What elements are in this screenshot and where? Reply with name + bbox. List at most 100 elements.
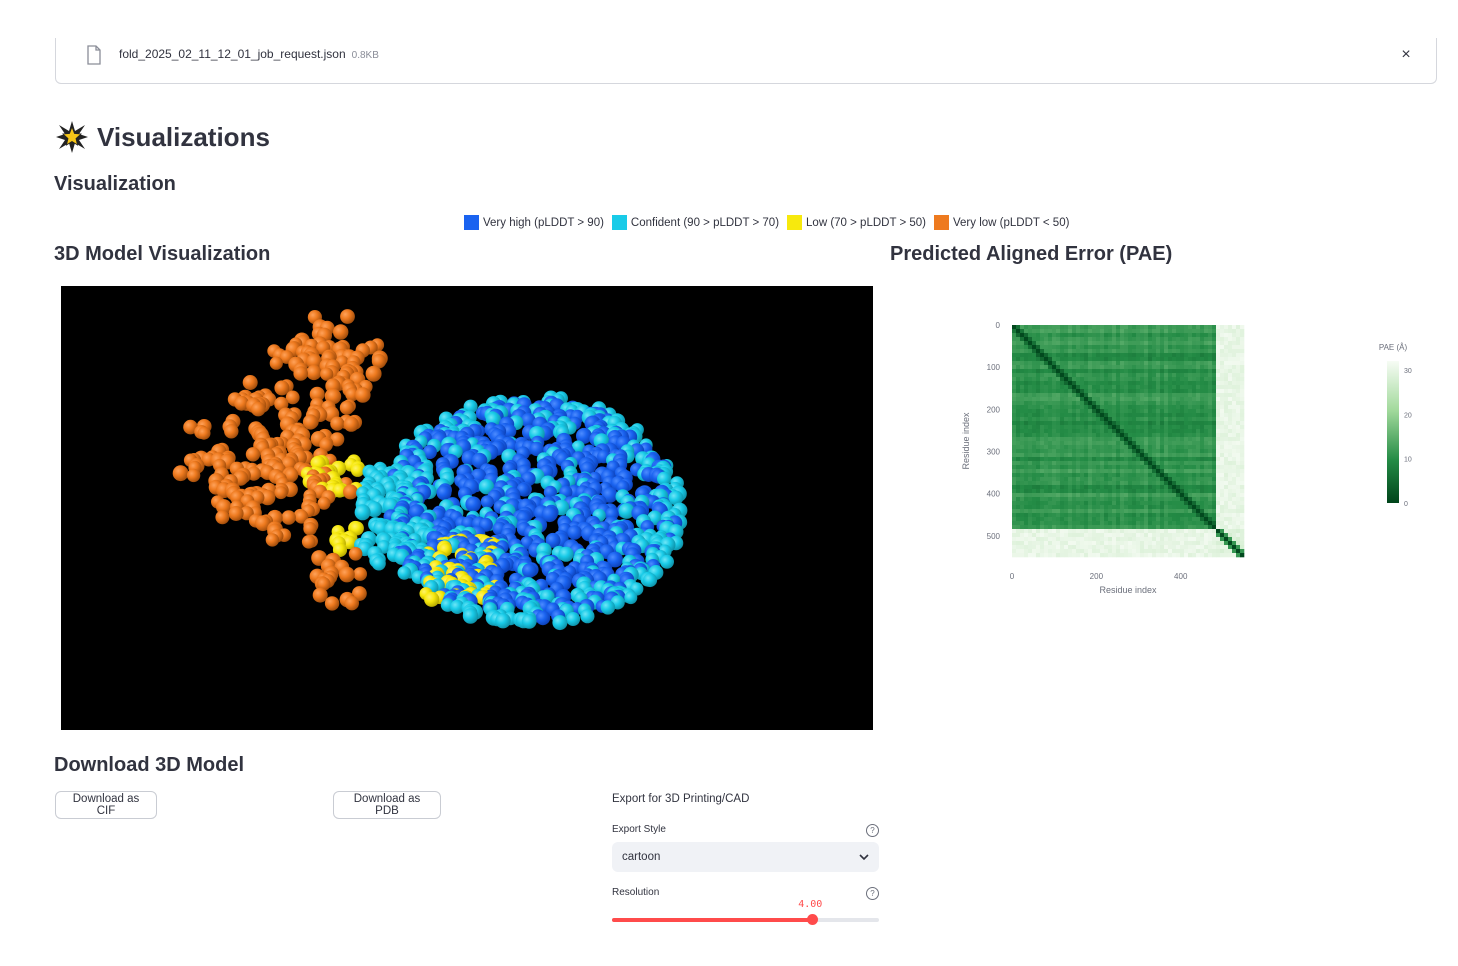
pae-cell — [1056, 445, 1061, 450]
pae-cell — [1032, 389, 1037, 394]
pae-cell — [1012, 449, 1017, 454]
pae-cell — [1160, 397, 1165, 402]
pae-cell — [1148, 457, 1153, 462]
pae-cell — [1104, 533, 1109, 538]
pae-cell — [1160, 365, 1165, 370]
molecule-render[interactable] — [61, 286, 873, 730]
pae-cell — [1028, 329, 1033, 334]
pae-cell — [1200, 385, 1205, 390]
pae-heatmap-cells[interactable] — [1012, 325, 1245, 558]
pae-cell — [1136, 413, 1141, 418]
pae-cell — [1024, 521, 1029, 526]
pae-cell — [1044, 417, 1049, 422]
pae-cell — [1128, 345, 1133, 350]
pae-cell — [1196, 353, 1201, 358]
pae-cell — [1192, 517, 1197, 522]
pae-cell — [1132, 485, 1137, 490]
pae-cell — [1128, 385, 1133, 390]
pae-cell — [1048, 353, 1053, 358]
pae-cell — [1104, 353, 1109, 358]
pae-cell — [1236, 457, 1241, 462]
pae-cell — [1124, 425, 1129, 430]
pae-cell — [1224, 365, 1229, 370]
pae-cell — [1084, 489, 1089, 494]
pae-cell — [1232, 361, 1237, 366]
help-icon[interactable]: ? — [866, 824, 879, 837]
pae-cell — [1028, 525, 1033, 530]
pae-cell — [1092, 469, 1097, 474]
pae-cell — [1012, 549, 1017, 554]
pae-cell — [1180, 461, 1185, 466]
pae-cell — [1196, 377, 1201, 382]
pae-cell — [1060, 485, 1065, 490]
pae-cell — [1024, 509, 1029, 514]
pae-cell — [1160, 537, 1165, 542]
pae-cell — [1120, 349, 1125, 354]
pae-cell — [1148, 413, 1153, 418]
resolution-slider-thumb[interactable] — [806, 914, 818, 925]
pae-cell — [1176, 473, 1181, 478]
pae-cell — [1124, 381, 1129, 386]
pae-cell — [1096, 525, 1101, 530]
download-cif-button[interactable]: Download as CIF — [55, 791, 157, 819]
pae-cell — [1072, 429, 1077, 434]
pae-cell — [1204, 469, 1209, 474]
pae-cell — [1048, 401, 1053, 406]
pae-cell — [1192, 433, 1197, 438]
pae-cell — [1076, 529, 1081, 534]
pae-cell — [1020, 449, 1025, 454]
pae-cell — [1124, 485, 1129, 490]
pae-cell — [1240, 437, 1245, 442]
pae-cell — [1028, 357, 1033, 362]
pae-cell — [1020, 473, 1025, 478]
pae-cell — [1236, 433, 1241, 438]
pae-cell — [1092, 553, 1097, 558]
pae-cell — [1224, 397, 1229, 402]
pae-cell — [1076, 393, 1081, 398]
pae-cell — [1100, 549, 1105, 554]
pae-cell — [1132, 521, 1137, 526]
pae-cell — [1056, 425, 1061, 430]
pae-cell — [1184, 409, 1189, 414]
help-icon[interactable]: ? — [866, 887, 879, 900]
pae-cell — [1232, 437, 1237, 442]
pae-cell — [1144, 325, 1149, 330]
pae-cell — [1128, 341, 1133, 346]
pae-cell — [1036, 493, 1041, 498]
pae-cell — [1076, 493, 1081, 498]
remove-file-button[interactable]: × — [1398, 45, 1414, 65]
pae-cell — [1200, 517, 1205, 522]
pae-cell — [1136, 493, 1141, 498]
pae-cell — [1132, 505, 1137, 510]
pae-cell — [1172, 337, 1177, 342]
pae-cell — [1072, 397, 1077, 402]
pae-cell — [1148, 393, 1153, 398]
molecule-3d-viewer[interactable] — [61, 286, 873, 730]
pae-cell — [1232, 393, 1237, 398]
atom-sphere — [365, 365, 382, 382]
pae-cell — [1172, 501, 1177, 506]
pae-cell — [1180, 497, 1185, 502]
pae-heatmap-chart[interactable]: 0 200 4000100200300400500Residue indexResi… — [950, 315, 1430, 610]
download-pdb-button[interactable]: Download as PDB — [333, 791, 441, 819]
pae-cell — [1232, 405, 1237, 410]
pae-cell — [1144, 485, 1149, 490]
pae-cell — [1068, 441, 1073, 446]
pae-cell — [1060, 393, 1065, 398]
pae-cell — [1064, 337, 1069, 342]
export-style-select[interactable]: cartoon — [612, 842, 879, 872]
pae-cell — [1056, 365, 1061, 370]
pae-cell — [1096, 465, 1101, 470]
pae-cell — [1136, 429, 1141, 434]
pae-cell — [1080, 409, 1085, 414]
pae-cell — [1164, 397, 1169, 402]
pae-cell — [1108, 421, 1113, 426]
pae-cell — [1052, 473, 1057, 478]
pae-cell — [1136, 401, 1141, 406]
pae-cell — [1136, 417, 1141, 422]
pae-cell — [1108, 353, 1113, 358]
pae-cell — [1020, 481, 1025, 486]
pae-cell — [1048, 525, 1053, 530]
pae-cell — [1144, 505, 1149, 510]
pae-cell — [1084, 385, 1089, 390]
